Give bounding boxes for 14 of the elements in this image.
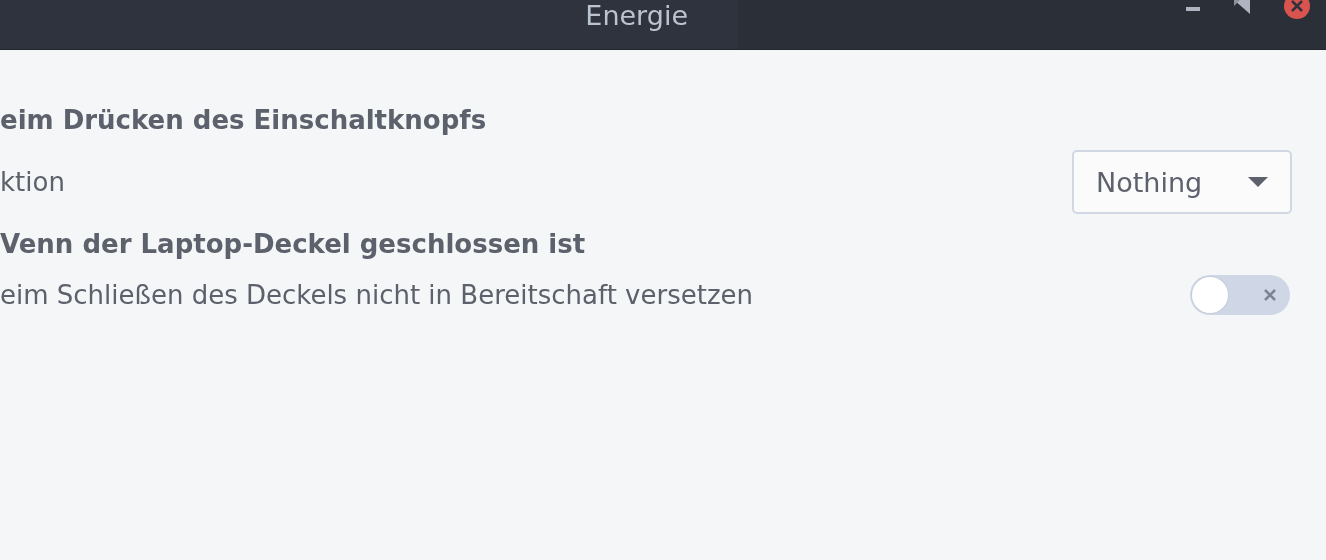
setting-label: eim Schließen des Deckels nicht in Bereitschaft versetzen [0, 280, 754, 310]
off-icon [1264, 289, 1276, 301]
action-dropdown[interactable]: Nothing [1072, 150, 1292, 214]
section-heading: eim Drücken des Einschaltknopfs [0, 104, 488, 137]
toggle-switch[interactable] [1190, 275, 1290, 315]
section-heading: Venn der Laptop-Deckel geschlossen ist [0, 228, 587, 261]
close-button[interactable] [1284, 0, 1310, 19]
minimize-icon [1186, 7, 1200, 11]
setting-label: ktion [0, 167, 65, 197]
maximize-button[interactable] [1234, 0, 1250, 14]
caret-icon [1248, 177, 1268, 187]
window-title: Energie [585, 0, 688, 32]
maximize-icon [1234, 0, 1250, 14]
close-icon [1291, 0, 1303, 12]
